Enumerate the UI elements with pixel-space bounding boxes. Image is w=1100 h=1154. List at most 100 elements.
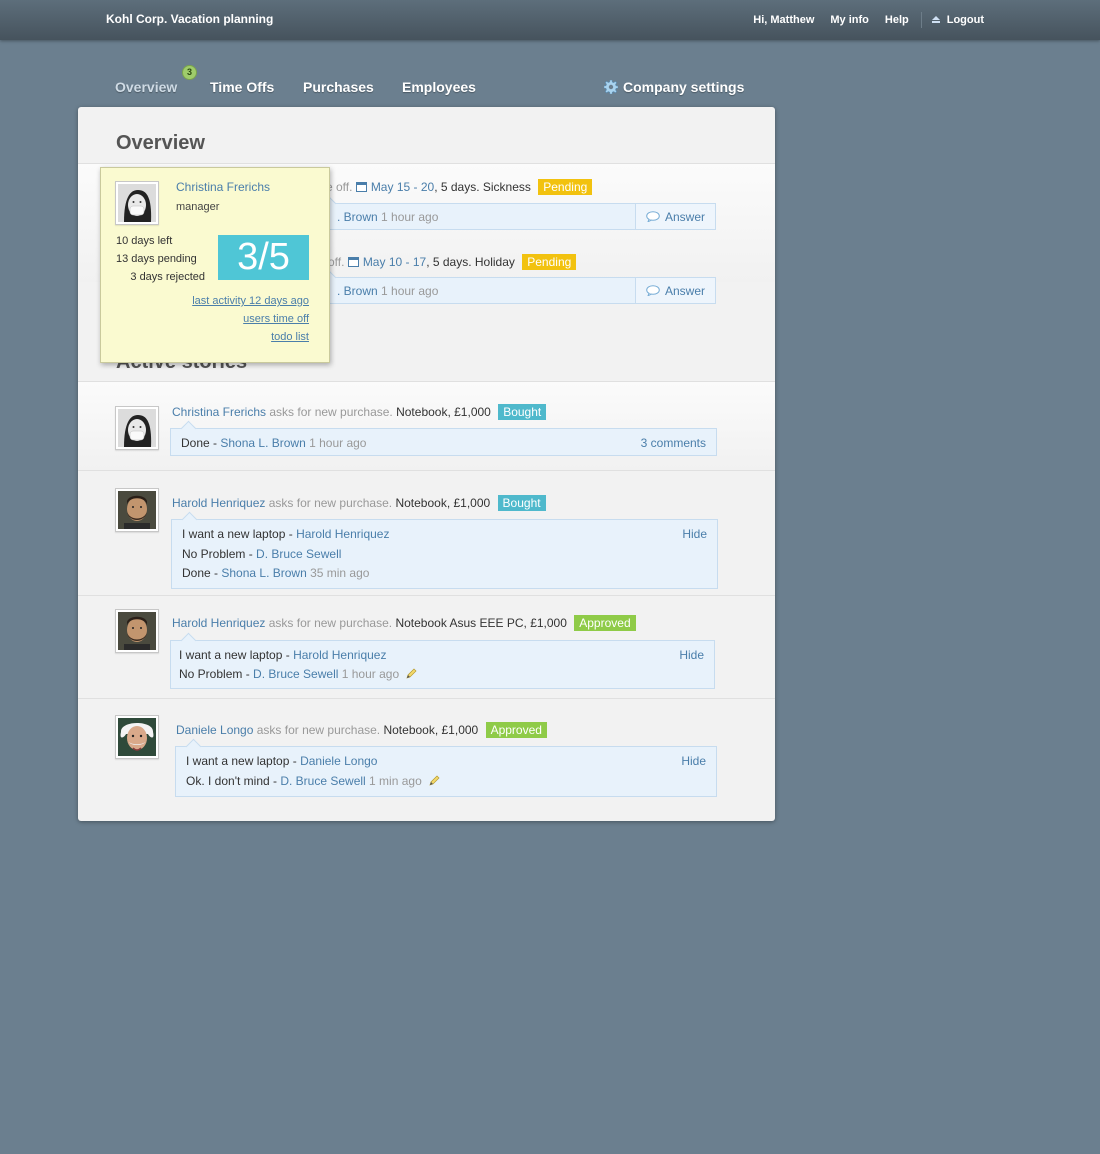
timeoff-details: , 5 days. Holiday [426,255,515,269]
notification-badge: 3 [182,65,197,80]
comment-author-link[interactable]: Shona L. Brown [221,566,306,580]
comment-text: I want a new laptop - [182,527,297,541]
days-rejected: 3 days rejected [130,271,205,283]
comment-author-link[interactable]: D. Bruce Sewell [253,667,338,681]
comment-box: Done - Shona L. Brown 1 hour ago 3 comme… [170,428,717,456]
comment-box: I want a new laptop - Daniele Longo Ok. … [175,746,717,797]
ratio-counter: 3/5 [218,235,309,280]
top-bar: Kohl Corp. Vacation planning Hi, Matthew… [0,0,1100,40]
comment-text: Ok. I don't mind - [186,774,281,788]
user-name-link[interactable]: Christina Frerichs [176,180,270,194]
logout-link[interactable]: Logout [931,14,984,26]
menu-divider [920,12,922,28]
answer-label: Answer [664,283,705,298]
story-headline: Harold Henriquez asks for new purchase. … [172,495,546,511]
overview-heading: Overview [116,132,205,154]
story-action: asks for new purchase. [265,616,396,630]
reply-line: . Brown 1 hour ago [337,284,438,298]
eject-icon [931,16,941,24]
story-action: asks for new purchase. [253,723,384,737]
comment-text: No Problem - [182,547,257,561]
comment-text: No Problem - [179,667,254,681]
author-link[interactable]: Daniele Longo [176,723,253,737]
story-action: asks for new purchase. [265,496,396,510]
answer-button[interactable]: Answer [635,278,715,303]
answer-button[interactable]: Answer [635,204,715,229]
app-title: Kohl Corp. Vacation planning [106,12,274,26]
story-entry: Harold Henriquez asks for new purchase. … [78,596,775,698]
status-badge: Pending [522,254,577,270]
tab-time-offs[interactable]: Time Offs [210,79,274,95]
timeoff-dates-link[interactable]: May 15 - 20 [371,180,434,194]
story-entry: Harold Henriquez asks for new purchase. … [78,471,775,595]
comments-link[interactable]: 3 comments [641,436,706,450]
pencil-icon[interactable] [429,775,440,786]
reply-author-link[interactable]: . Brown [337,210,378,224]
tab-employees[interactable]: Employees [402,79,476,95]
comment-author-link[interactable]: Harold Henriquez [296,527,389,541]
timeoff-headline: off. May 10 - 17, 5 days. Holiday Pendin… [328,254,577,270]
comment-line: I want a new laptop - Harold Henriquez [182,527,389,541]
reply-time: 1 hour ago [377,284,439,298]
reply-line: . Brown 1 hour ago [337,210,438,224]
avatar[interactable] [115,715,159,759]
author-link[interactable]: Christina Frerichs [172,405,266,419]
reply-author-link[interactable]: . Brown [337,284,378,298]
reply-time: 1 hour ago [377,210,439,224]
hide-link[interactable]: Hide [681,754,706,768]
story-headline: Daniele Longo asks for new purchase. Not… [176,722,547,738]
timeoff-dates-link[interactable]: May 10 - 17 [363,255,426,269]
comment-author-link[interactable]: D. Bruce Sewell [280,774,365,788]
hide-link[interactable]: Hide [679,648,704,662]
tab-overview[interactable]: Overview [115,79,177,95]
greeting-link[interactable]: Hi, Matthew [753,14,814,26]
comment-author-link[interactable]: Harold Henriquez [293,648,386,662]
timeoff-details: , 5 days. Sickness [434,180,531,194]
comment-text: Done - [182,566,222,580]
timeoff-headline: me off. May 15 - 20, 5 days. Sickness Pe… [316,179,593,195]
story-headline: Harold Henriquez asks for new purchase. … [172,615,636,631]
avatar[interactable] [115,406,159,450]
author-link[interactable]: Harold Henriquez [172,496,265,510]
status-badge: Approved [574,615,636,631]
comment-author-link[interactable]: Daniele Longo [300,754,377,768]
user-role: manager [176,201,220,213]
chat-bubble-icon [646,211,660,223]
last-activity-link[interactable]: last activity 12 days ago [192,295,309,307]
logout-label: Logout [946,14,984,26]
avatar[interactable] [115,488,159,532]
pencil-icon[interactable] [406,668,417,679]
comment-author-link[interactable]: Shona L. Brown [220,436,305,450]
users-time-off-link[interactable]: users time off [243,313,309,325]
help-link[interactable]: Help [885,14,909,26]
comment-time: 35 min ago [306,566,370,580]
days-stats: 10 days left 13 days pending 3 days reje… [116,232,205,286]
days-left: 10 days left [116,235,173,247]
story-action: asks for new purchase. [266,405,397,419]
status-badge: Bought [498,404,547,420]
my-info-link[interactable]: My info [830,14,869,26]
avatar[interactable] [115,609,159,653]
timeoff-reply-box: . Brown 1 hour ago Answer [310,277,716,304]
story-entry: Christina Frerichs asks for new purchase… [78,382,775,470]
todo-list-link[interactable]: todo list [271,331,309,343]
company-settings-label: Company settings [623,79,745,95]
tab-purchases[interactable]: Purchases [303,79,374,95]
comment-line: Ok. I don't mind - D. Bruce Sewell 1 min… [186,774,440,788]
tab-company-settings[interactable]: Company settings [604,79,744,95]
timeoff-prefix: off. [328,255,345,269]
comment-text: I want a new laptop - [186,754,301,768]
story-item: Notebook, £1,000 [395,496,491,510]
author-link[interactable]: Harold Henriquez [172,616,265,630]
status-badge: Pending [538,179,593,195]
comment-author-link[interactable]: D. Bruce Sewell [256,547,341,561]
comment-line: No Problem - D. Bruce Sewell [182,547,341,561]
hide-link[interactable]: Hide [682,527,707,541]
avatar[interactable] [115,181,159,225]
answer-label: Answer [664,209,705,224]
comment-time: 1 min ago [365,774,422,788]
status-badge: Bought [497,495,546,511]
status-badge: Approved [485,722,547,738]
story-item: Notebook, £1,000 [383,723,479,737]
days-pending: 13 days pending [116,253,197,265]
